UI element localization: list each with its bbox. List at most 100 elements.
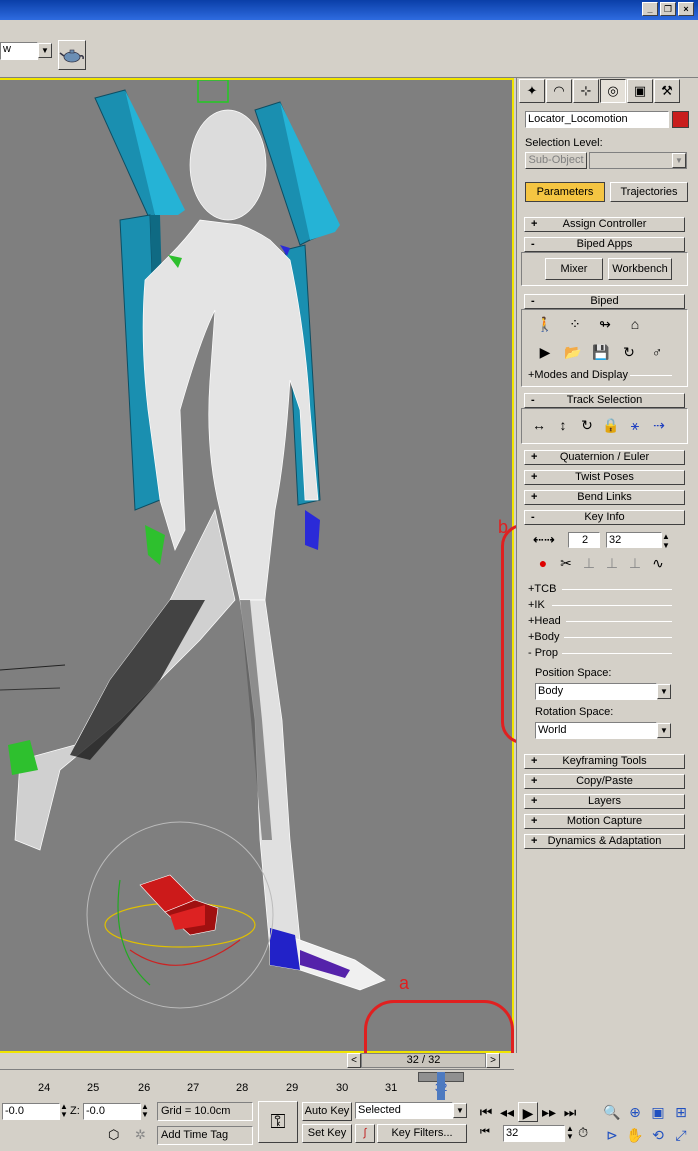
timeline-key-marker[interactable] [437, 1072, 445, 1100]
rollout-track-selection[interactable]: - Track Selection [524, 393, 685, 408]
rollout-key-info[interactable]: - Key Info [524, 510, 685, 525]
zoom-extents-icon[interactable]: ▣ [647, 1102, 669, 1122]
previous-frame-icon[interactable]: ◂◂ [497, 1102, 517, 1122]
footstep-locator-gizmo[interactable] [86, 821, 274, 1009]
rollout-layers[interactable]: + Layers [524, 794, 685, 809]
maximize-viewport-icon[interactable]: ⤢ [670, 1125, 692, 1145]
zoom-icon[interactable]: 🔍 [601, 1102, 623, 1122]
head-subsection[interactable]: +Head [528, 615, 561, 627]
move-all-mode-icon[interactable]: ♂ [646, 342, 668, 362]
perspective-viewport[interactable] [0, 78, 514, 1053]
time-slider-next-button[interactable]: > [486, 1053, 500, 1068]
rollout-biped-apps[interactable]: - Biped Apps [524, 237, 685, 252]
prop-subsection[interactable]: - Prop [528, 647, 558, 659]
ik-subsection[interactable]: +IK [528, 599, 545, 611]
set-sliding-key-icon[interactable]: ⊥ [601, 553, 623, 573]
spinner-icon[interactable]: ▲ ▼ [141, 1103, 149, 1119]
opposite-icon[interactable]: ⇢ [648, 415, 670, 435]
body-subsection[interactable]: +Body [528, 631, 560, 643]
modes-and-display-toggle[interactable]: +Modes and Display [528, 369, 628, 381]
display-tab-icon[interactable]: ▣ [627, 79, 653, 103]
y-coordinate-field[interactable]: -0.0 [2, 1103, 60, 1120]
biped-character[interactable] [14, 109, 386, 991]
rollout-motion-capture[interactable]: + Motion Capture [524, 814, 685, 829]
rotation-space-dropdown[interactable]: World [535, 722, 657, 739]
trajectory-icon[interactable]: ∿ [647, 553, 669, 573]
close-button[interactable]: × [678, 2, 694, 16]
spinner-icon[interactable]: ▲ ▼ [566, 1125, 574, 1141]
subobject-button[interactable]: Sub-Object [525, 152, 587, 169]
subobject-dropdown[interactable]: ▼ [589, 152, 687, 169]
zoom-extents-all-icon[interactable]: ⊞ [670, 1102, 692, 1122]
object-name-field[interactable]: Locator_Locomotion [525, 111, 669, 128]
chevron-down-icon[interactable]: ▼ [657, 723, 671, 738]
rollout-quaternion-euler[interactable]: + Quaternion / Euler [524, 450, 685, 465]
restore-button[interactable]: ❐ [660, 2, 676, 16]
viewport-dropdown[interactable]: w [0, 42, 38, 60]
motion-tab-icon[interactable]: ◎ [600, 79, 626, 103]
save-file-icon[interactable]: 💾 [590, 342, 612, 362]
create-tab-icon[interactable]: ✦ [519, 79, 545, 103]
go-to-start-icon[interactable]: ⏮ [476, 1102, 496, 1122]
parameters-button[interactable]: Parameters [525, 182, 605, 202]
chevron-down-icon[interactable]: ▼ [38, 43, 52, 58]
go-to-end-icon[interactable]: ⏭ [560, 1102, 580, 1122]
z-coordinate-field[interactable]: -0.0 [83, 1103, 141, 1120]
mixer-button[interactable]: Mixer [545, 258, 603, 280]
rollout-assign-controller[interactable]: + Assign Controller [524, 217, 685, 232]
hierarchy-tab-icon[interactable]: ⊹ [573, 79, 599, 103]
spinner-icon[interactable]: ▲ ▼ [662, 532, 670, 550]
zoom-all-icon[interactable]: ⊕ [624, 1102, 646, 1122]
rollout-bend-links[interactable]: + Bend Links [524, 490, 685, 505]
time-configuration-icon[interactable]: ⏱ [578, 1125, 588, 1141]
time-tag-icon[interactable]: ✲ [135, 1127, 146, 1143]
time-slider-prev-button[interactable]: < [347, 1053, 361, 1068]
pan-icon[interactable]: ✋ [624, 1125, 646, 1145]
set-key-icon[interactable]: ● [532, 553, 554, 573]
minimize-button[interactable]: _ [642, 2, 658, 16]
spinner-icon[interactable]: ▲ ▼ [60, 1103, 68, 1119]
figure-mode-icon[interactable]: 🚶 [534, 314, 556, 334]
modify-tab-icon[interactable]: ◠ [546, 79, 572, 103]
rollout-dynamics-adaptation[interactable]: + Dynamics & Adaptation [524, 834, 685, 849]
object-color-swatch[interactable] [672, 111, 689, 128]
key-icon[interactable]: ⚿ [258, 1101, 298, 1143]
key-mode-toggle-icon[interactable]: ⏮ [480, 1126, 490, 1139]
body-vertical-icon[interactable]: ↕ [552, 415, 574, 435]
render-teapot-button[interactable] [58, 40, 86, 70]
footstep-mode-icon[interactable]: ⁘ [564, 314, 586, 334]
set-free-key-icon[interactable]: ⊥ [624, 553, 646, 573]
rollout-twist-poses[interactable]: + Twist Poses [524, 470, 685, 485]
key-number-field[interactable]: 2 [568, 532, 600, 548]
mixer-mode-icon[interactable]: ⌂ [624, 314, 646, 334]
curve-editor-icon[interactable]: ∫ [355, 1124, 375, 1143]
field-of-view-icon[interactable]: ⊳ [601, 1125, 623, 1145]
position-space-dropdown[interactable]: Body [535, 683, 657, 700]
arc-rotate-icon[interactable]: ⟲ [647, 1125, 669, 1145]
add-time-tag-button[interactable]: Add Time Tag [157, 1126, 253, 1145]
selection-lock-icon[interactable]: ⬡ [108, 1127, 119, 1143]
play-icon[interactable]: ▶ [518, 1102, 538, 1122]
body-rotation-icon[interactable]: ↻ [576, 415, 598, 435]
chevron-down-icon[interactable]: ▼ [453, 1103, 467, 1118]
rollout-copy-paste[interactable]: + Copy/Paste [524, 774, 685, 789]
delete-key-icon[interactable]: ✂ [555, 553, 577, 573]
rollout-biped[interactable]: - Biped [524, 294, 685, 309]
playback-icon[interactable]: ▶ [534, 342, 556, 362]
symmetrical-icon[interactable]: ⚹ [624, 415, 646, 435]
motion-flow-icon[interactable]: ↬ [594, 314, 616, 334]
key-frame-field[interactable]: 32 [606, 532, 662, 548]
next-frame-icon[interactable]: ▸▸ [539, 1102, 559, 1122]
utilities-tab-icon[interactable]: ⚒ [654, 79, 680, 103]
set-planted-key-icon[interactable]: ⊥ [578, 553, 600, 573]
tcb-subsection[interactable]: +TCB [528, 583, 556, 595]
workbench-button[interactable]: Workbench [608, 258, 672, 280]
convert-icon[interactable]: ↻ [618, 342, 640, 362]
trajectories-button[interactable]: Trajectories [610, 182, 688, 202]
key-filters-button[interactable]: Key Filters... [377, 1124, 467, 1143]
chevron-down-icon[interactable]: ▼ [657, 684, 671, 699]
set-key-button[interactable]: Set Key [302, 1124, 352, 1143]
lock-cob-icon[interactable]: 🔒 [600, 415, 622, 435]
current-frame-field[interactable]: 32 [503, 1125, 565, 1142]
body-horizontal-icon[interactable]: ↔ [528, 415, 550, 435]
